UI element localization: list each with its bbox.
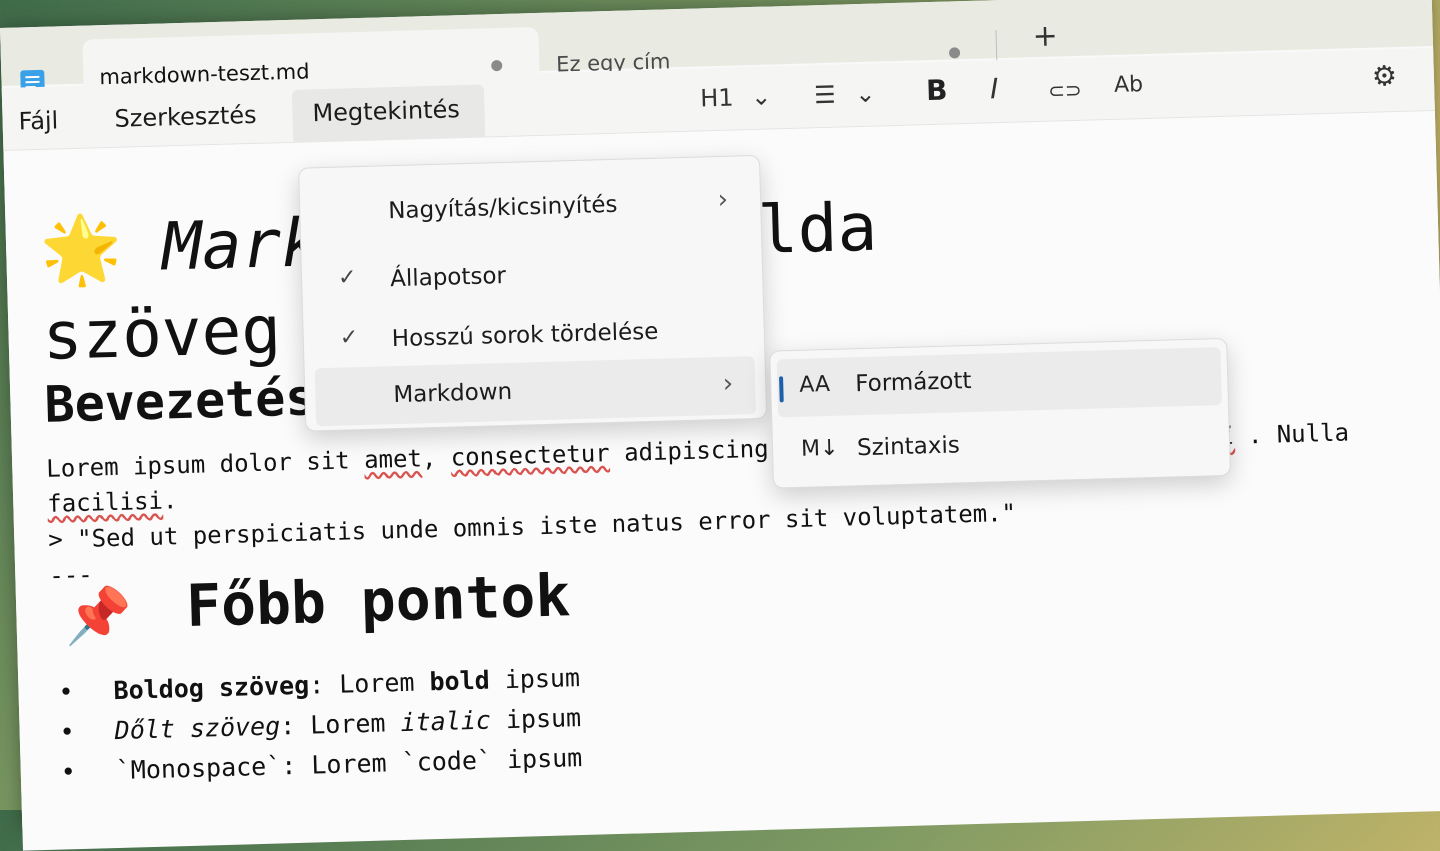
text-run: amet: [364, 444, 423, 474]
list-icon: ☰: [814, 81, 836, 110]
text-run: bold: [429, 666, 490, 697]
text-run: : Lorem: [309, 667, 430, 699]
bullet-icon: •: [59, 716, 115, 747]
chevron-down-icon: ⌄: [751, 82, 772, 111]
text-run: .: [162, 486, 177, 514]
submenu-item-label: Formázott: [855, 368, 972, 397]
document-title-line2: szöveg: [42, 291, 282, 375]
list-item: •Boldog szöveg: Lorem bold ipsum: [58, 663, 580, 707]
menu-edit[interactable]: Szerkesztés: [114, 101, 257, 133]
markdown-icon: M↓: [801, 436, 839, 462]
settings-gear-icon[interactable]: ⚙: [1371, 59, 1397, 93]
new-tab-button[interactable]: +: [1032, 18, 1058, 54]
checkmark-icon: ✓: [338, 265, 357, 291]
menu-item-label: Markdown: [393, 379, 512, 408]
checkmark-icon: ✓: [339, 325, 358, 351]
text-run: : Lorem: [280, 708, 401, 740]
heading-label: H1: [700, 84, 734, 113]
list-item-label: Dőlt szöveg: [114, 711, 280, 745]
blockquote-line: > "Sed ut perspiciatis unde omnis iste n…: [48, 499, 1017, 554]
submenu-item-syntax[interactable]: M↓ Szintaxis: [778, 411, 1223, 481]
submenu-item-formatted[interactable]: AA Formázott: [777, 347, 1222, 417]
list-item: •`Monospace`: Lorem `code` ipsum: [60, 743, 582, 787]
tab-ez-egy-cim[interactable]: Ez egy cím: [0, 0, 1431, 28]
intro-paragraph-line1: Lorem ipsum dolor sit amet, consectetur …: [46, 432, 870, 483]
intro-heading: Bevezetés: [44, 368, 316, 434]
text-run: ipsum: [492, 743, 583, 775]
unsaved-dot-icon: [949, 47, 960, 58]
list-dropdown[interactable]: ☰ ⌄: [814, 80, 876, 110]
text-run: ipsum: [490, 703, 581, 735]
maximize-button[interactable]: ☐: [1274, 0, 1298, 4]
menu-item-zoom[interactable]: Nagyítás/kicsinyítés ›: [309, 172, 750, 242]
list-item-label: Boldog szöveg: [113, 671, 309, 705]
markdown-submenu: AA Formázott M↓ Szintaxis: [769, 338, 1231, 489]
menu-view[interactable]: Megtekintés: [312, 95, 460, 127]
chevron-right-icon: ›: [722, 369, 733, 399]
clear-format-icon[interactable]: Ab: [1114, 72, 1144, 98]
italic-button[interactable]: I: [990, 72, 999, 105]
star-emoji-icon: 🌟: [39, 210, 123, 289]
app-window: — ☐ ✕ markdown-teszt.md Ez egy cím + Fáj…: [0, 0, 1440, 828]
menu-item-status-bar[interactable]: ✓ Állapotsor: [311, 240, 752, 310]
list-item-label: `Monospace`: [115, 751, 281, 785]
chevron-down-icon: ⌄: [855, 80, 876, 109]
text-run: `code`: [401, 746, 492, 778]
unsaved-dot-icon: [491, 60, 502, 71]
minimize-button[interactable]: —: [1184, 0, 1211, 7]
menu-item-label: Állapotsor: [390, 263, 506, 292]
bullet-icon: •: [60, 756, 116, 787]
text-run: italic: [400, 706, 491, 738]
text-run: ipsum: [489, 663, 580, 695]
list-item: •Dőlt szöveg: Lorem italic ipsum: [59, 703, 581, 747]
menu-item-label: Hosszú sorok tördelése: [391, 319, 658, 352]
menu-item-markdown[interactable]: Markdown ›: [315, 356, 756, 426]
menu-file[interactable]: Fájl: [18, 106, 58, 135]
selection-indicator: [779, 376, 784, 402]
text-run: consectetur: [450, 439, 610, 471]
bullet-icon: •: [58, 676, 114, 707]
text-run: facilisi: [47, 487, 163, 518]
intro-paragraph-line2: facilisi.: [47, 486, 178, 518]
section-heading: Főbb pontok: [185, 561, 571, 640]
font-size-icon: AA: [799, 372, 830, 398]
text-run: ,: [421, 444, 451, 473]
text-run: : Lorem: [281, 748, 402, 780]
link-icon[interactable]: ⊂⊃: [1048, 78, 1082, 103]
submenu-item-label: Szintaxis: [857, 432, 960, 461]
chevron-right-icon: ›: [717, 185, 728, 215]
view-menu-dropdown: Nagyítás/kicsinyítés › ✓ Állapotsor ✓ Ho…: [298, 155, 767, 432]
bold-button[interactable]: B: [926, 74, 948, 108]
text-run: . Nulla: [1247, 418, 1349, 449]
close-button[interactable]: ✕: [1367, 0, 1390, 2]
heading-dropdown[interactable]: H1 ⌄: [700, 82, 772, 112]
tab-separator: [995, 30, 997, 60]
pushpin-emoji-icon: 📌: [64, 584, 133, 650]
text-run: Lorem ipsum dolor sit: [46, 446, 365, 483]
menu-item-label: Nagyítás/kicsinyítés: [388, 192, 618, 224]
